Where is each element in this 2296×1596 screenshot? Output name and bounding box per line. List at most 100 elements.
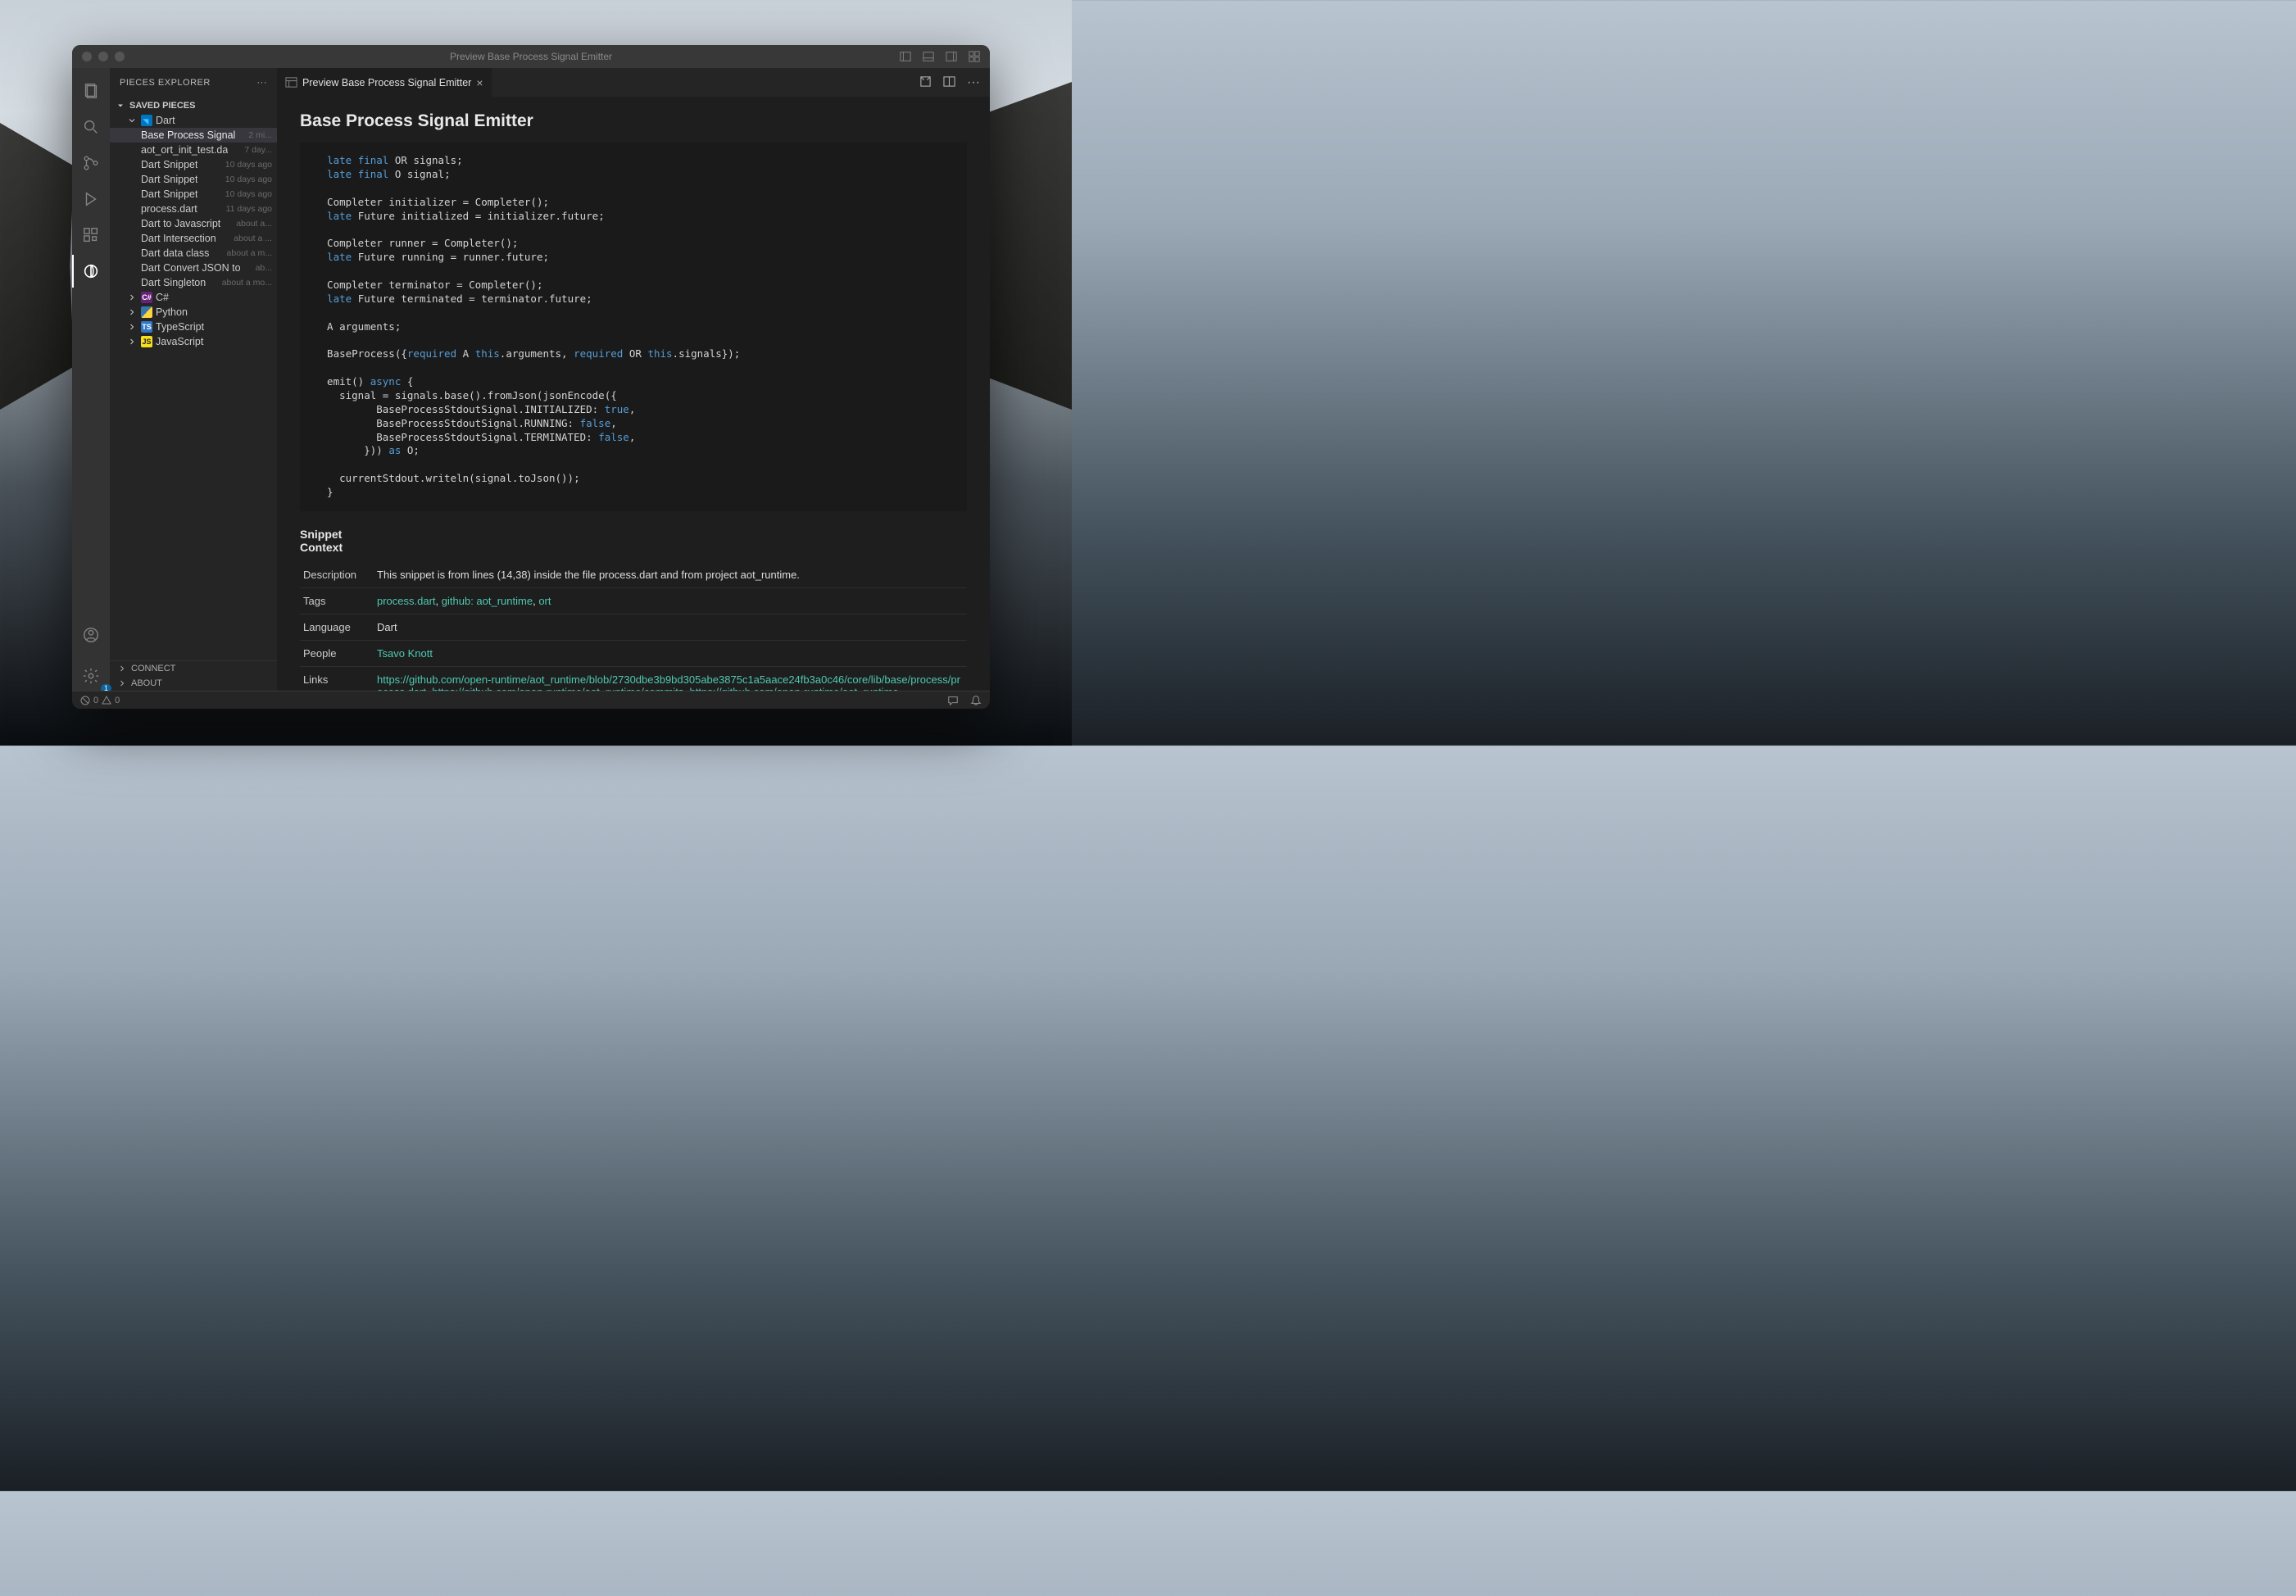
source-control-view[interactable] <box>72 147 110 179</box>
lang-javascript[interactable]: JS JavaScript <box>110 334 277 349</box>
sidebar-header: PIECES EXPLORER ··· <box>110 68 277 97</box>
meta-row-people: People Tsavo Knott <box>300 640 967 666</box>
pieces-view[interactable] <box>72 255 110 288</box>
page-title: Base Process Signal Emitter <box>300 111 967 131</box>
snippet-name: aot_ort_init_test.da <box>141 144 228 156</box>
explorer-view[interactable] <box>72 75 110 107</box>
snippet-item[interactable]: Dart Convert JSON to ab... <box>110 261 277 275</box>
snippet-name: process.dart <box>141 203 197 215</box>
snippet-item[interactable]: aot_ort_init_test.da7 day... <box>110 143 277 157</box>
snippet-item[interactable]: Dart Singleton about a mo... <box>110 275 277 290</box>
close-window[interactable] <box>82 52 92 61</box>
lang-label: JavaScript <box>156 336 203 347</box>
accounts-view[interactable] <box>72 619 110 651</box>
about-section[interactable]: ABOUT <box>110 676 277 691</box>
snippet-name: Dart Singleton <box>141 277 206 288</box>
snippet-name: Dart to Javascript <box>141 218 220 229</box>
connect-label: CONNECT <box>131 664 175 673</box>
lang-dart[interactable]: Dart <box>110 113 277 128</box>
snippet-time: 2 mi... <box>248 130 272 140</box>
snippet-item[interactable]: Dart Snippet 10 days ago <box>110 157 277 172</box>
vscode-window: Preview Base Process Signal Emitter <box>72 45 990 709</box>
titlebar-actions <box>900 51 980 62</box>
search-view[interactable] <box>72 111 110 143</box>
customize-layout-icon[interactable] <box>969 51 980 62</box>
meta-value: process.dart, github: aot_runtime, ort <box>374 587 967 614</box>
tab-preview[interactable]: Preview Base Process Signal Emitter × <box>277 68 492 97</box>
activity-bar: 1 <box>72 68 110 691</box>
tag[interactable]: process.dart <box>377 595 436 607</box>
snippet-name: Dart Snippet <box>141 174 197 185</box>
snippet-name: Dart Snippet <box>141 159 197 170</box>
python-icon <box>141 306 152 318</box>
connect-section[interactable]: CONNECT <box>110 661 277 676</box>
code-block: late final OR signals; late final O sign… <box>300 143 967 511</box>
settings-badge: 1 <box>101 684 111 691</box>
csharp-icon: C# <box>141 292 152 303</box>
meta-table: Description This snippet is from lines (… <box>300 562 967 691</box>
snippet-name: Dart Intersection <box>141 233 216 244</box>
people-link[interactable]: Tsavo Knott <box>377 647 433 660</box>
run-debug-view[interactable] <box>72 183 110 215</box>
bg-rock-left <box>0 123 74 410</box>
snippet-name: Dart data class <box>141 247 209 259</box>
show-source-icon[interactable] <box>919 75 932 88</box>
tag[interactable]: ort <box>538 595 551 607</box>
chevron-down-icon <box>115 100 126 111</box>
snippet-item[interactable]: Dart to Javascriptabout a... <box>110 216 277 231</box>
meta-label: Links <box>300 666 374 691</box>
editor-content[interactable]: Base Process Signal Emitter late final O… <box>277 97 990 691</box>
snippet-context-label: Snippet Context <box>300 528 967 554</box>
snippet-name: Dart Convert JSON to <box>141 262 241 274</box>
sidebar: PIECES EXPLORER ··· SAVED PIECES Dart <box>110 68 277 691</box>
snippet-item[interactable]: Base Process Signal2 mi... <box>110 128 277 143</box>
snippet-time: about a ... <box>234 234 272 243</box>
meta-row-language: Language Dart <box>300 614 967 640</box>
bell-icon[interactable] <box>970 695 982 706</box>
saved-pieces-label: SAVED PIECES <box>129 101 196 111</box>
snippet-item[interactable]: Dart Snippet10 days ago <box>110 172 277 187</box>
extensions-view[interactable] <box>72 219 110 252</box>
tab-close-icon[interactable]: × <box>476 76 483 89</box>
snippet-time: ab... <box>256 263 272 273</box>
toggle-secondary-sidebar-icon[interactable] <box>946 51 957 62</box>
lang-label: C# <box>156 292 169 303</box>
lang-typescript[interactable]: TS TypeScript <box>110 320 277 334</box>
chevron-right-icon <box>116 663 128 674</box>
snippet-item[interactable]: Dart data class about a m... <box>110 246 277 261</box>
settings-view[interactable]: 1 <box>72 661 110 691</box>
snippet-item[interactable]: Dart Intersection about a ... <box>110 231 277 246</box>
snippet-time: 10 days ago <box>225 160 272 170</box>
snippet-item[interactable]: Dart Snippet10 days ago <box>110 187 277 202</box>
editor-area: Preview Base Process Signal Emitter × ··… <box>277 68 990 691</box>
split-editor-icon[interactable] <box>943 75 955 88</box>
lang-label: Python <box>156 306 188 318</box>
meta-row-tags: Tags process.dart, github: aot_runtime, … <box>300 587 967 614</box>
toggle-primary-sidebar-icon[interactable] <box>900 51 911 62</box>
chevron-right-icon <box>126 321 138 333</box>
traffic-lights <box>82 52 125 61</box>
chevron-right-icon <box>116 678 128 689</box>
status-problems[interactable]: 0 0 <box>80 696 120 705</box>
snippet-time: 11 days ago <box>226 204 272 214</box>
meta-value: This snippet is from lines (14,38) insid… <box>374 562 967 588</box>
meta-label: Tags <box>300 587 374 614</box>
snippet-time: about a m... <box>227 248 272 258</box>
sidebar-more-icon[interactable]: ··· <box>257 78 268 88</box>
snippet-time: about a mo... <box>222 278 272 288</box>
maximize-window[interactable] <box>115 52 125 61</box>
chevron-right-icon <box>126 336 138 347</box>
meta-label: Language <box>300 614 374 640</box>
lang-python[interactable]: Python <box>110 305 277 320</box>
minimize-window[interactable] <box>98 52 108 61</box>
toggle-panel-icon[interactable] <box>923 51 934 62</box>
editor-more-icon[interactable]: ··· <box>967 75 980 90</box>
snippet-item[interactable]: process.dart 11 days ago <box>110 202 277 216</box>
titlebar: Preview Base Process Signal Emitter <box>72 45 990 68</box>
feedback-icon[interactable] <box>947 695 959 706</box>
chevron-right-icon <box>126 292 138 303</box>
tag[interactable]: github: aot_runtime <box>442 595 533 607</box>
saved-pieces-section[interactable]: SAVED PIECES <box>110 98 277 113</box>
lang-label: TypeScript <box>156 321 204 333</box>
lang-csharp[interactable]: C# C# <box>110 290 277 305</box>
